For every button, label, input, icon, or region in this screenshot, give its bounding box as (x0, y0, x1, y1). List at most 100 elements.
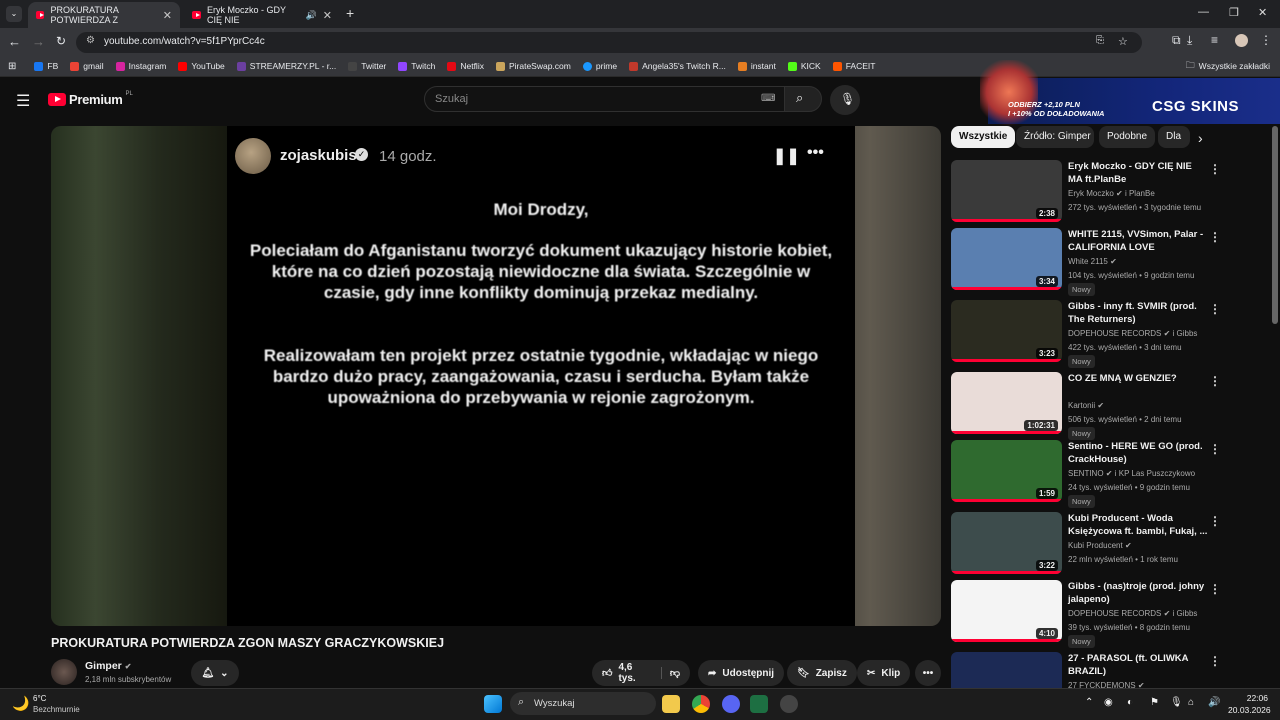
bookmark-kick[interactable]: KICK (787, 61, 821, 71)
browser-menu-icon[interactable]: ⋮ (1260, 33, 1272, 47)
hamburger-menu-icon[interactable]: ☰ (16, 91, 30, 111)
more-options-icon[interactable]: ⋮ (1209, 302, 1221, 316)
recommendation-item[interactable]: 4:10 Gibbs - (nas)troje (prod. johny jala… (951, 580, 1271, 648)
video-thumbnail[interactable]: 3:34 (951, 228, 1062, 290)
file-explorer-icon[interactable] (662, 695, 680, 713)
clip-button[interactable]: ✂ Klip (857, 660, 911, 686)
app-icon[interactable] (780, 695, 798, 713)
network-icon[interactable]: ⌂ (1188, 697, 1194, 708)
bookmark-netflix[interactable]: Netflix (447, 61, 484, 71)
profile-avatar[interactable] (1235, 34, 1248, 47)
chrome-icon[interactable] (692, 695, 710, 713)
site-info-icon[interactable]: ⚙ (86, 35, 95, 46)
recommendation-channel[interactable]: DOPEHOUSE RECORDS ✔ i Gibbs (1068, 609, 1197, 618)
install-app-icon[interactable]: ⎘ (1096, 35, 1104, 46)
chevron-right-icon[interactable]: › (1198, 130, 1203, 146)
weather-temp[interactable]: 6°C (33, 694, 46, 703)
bookmark-angela[interactable]: Angela35's Twitch R... (629, 61, 726, 71)
chip-source[interactable]: Źródło: Gimper (1016, 126, 1094, 148)
scrollbar-thumb[interactable] (1272, 126, 1278, 324)
recommendation-title[interactable]: WHITE 2115, VVSimon, Palar - CALIFORNIA … (1068, 228, 1208, 254)
recommendation-title[interactable]: CO ZE MNĄ W GENZIE? (1068, 372, 1208, 385)
chip-for-you[interactable]: Dla (1158, 126, 1190, 148)
close-window-icon[interactable]: ✕ (1258, 6, 1267, 19)
bookmark-instagram[interactable]: Instagram (115, 61, 166, 71)
recommendation-channel[interactable]: DOPEHOUSE RECORDS ✔ i Gibbs (1068, 329, 1197, 338)
bookmark-gmail[interactable]: gmail (70, 61, 104, 71)
recommendation-item[interactable]: 2:38 Eryk Moczko - GDY CIĘ NIE MA ft.Plan… (951, 160, 1271, 226)
video-thumbnail[interactable]: 1:02:31 (951, 372, 1062, 434)
bookmark-pirateswap[interactable]: PirateSwap.com (495, 61, 571, 71)
more-options-icon[interactable]: ⋮ (1209, 442, 1221, 456)
thumbs-down-icon[interactable]: 👎︎ (660, 667, 680, 679)
all-bookmarks[interactable]: 🗀 Wszystkie zakładki (1186, 58, 1270, 74)
more-options-icon[interactable]: ⋮ (1209, 374, 1221, 388)
bookmark-instant[interactable]: instant (737, 61, 776, 71)
video-thumbnail[interactable]: 1:59 (951, 440, 1062, 502)
channel-avatar[interactable] (51, 659, 77, 685)
weather-moon-icon[interactable]: 🌙 (12, 695, 29, 712)
bookmark-prime[interactable]: prime (582, 61, 617, 71)
bookmark-twitch[interactable]: Twitch (398, 61, 435, 71)
chip-all[interactable]: Wszystkie (951, 126, 1016, 148)
discord-icon[interactable] (722, 695, 740, 713)
more-options-icon[interactable]: ⋮ (1209, 582, 1221, 596)
close-tab-icon[interactable]: ✕ (163, 9, 172, 22)
bookmark-youtube[interactable]: YouTube (178, 61, 225, 71)
notification-button[interactable]: 🔔︎ ⌄ (191, 660, 239, 686)
tray-app-icon[interactable]: ◉ (1104, 697, 1113, 708)
bookmark-streamerzy[interactable]: STREAMERZY.PL - r... (236, 61, 336, 71)
apps-icon[interactable]: ⊞ (8, 61, 16, 72)
recommendation-title[interactable]: Gibbs - inny ft. SVMIR (prod. The Return… (1068, 300, 1208, 326)
restore-icon[interactable]: ❐ (1229, 6, 1239, 19)
recommendation-channel[interactable]: Eryk Moczko ✔ i PlanBe (1068, 189, 1155, 198)
video-thumbnail[interactable]: 3:22 (951, 512, 1062, 574)
back-icon[interactable]: ← (8, 34, 21, 49)
download-icon[interactable]: ⤓ (1187, 33, 1192, 48)
more-options-icon[interactable]: ⋮ (1209, 162, 1221, 176)
keyboard-icon[interactable]: ⌨ (761, 93, 775, 104)
recommendation-item[interactable]: 3:23 Gibbs - inny ft. SVMIR (prod. The Re… (951, 300, 1271, 368)
chevron-up-icon[interactable]: ⌃ (1085, 697, 1093, 708)
tab-music[interactable]: Eryk Moczko - GDY CIĘ NIE 🔊 ✕ (184, 2, 340, 28)
save-button[interactable]: 🔖︎ Zapisz (787, 660, 857, 686)
tab-active[interactable]: PROKURATURA POTWIERDZA Z ✕ (28, 2, 180, 28)
extensions-icon[interactable]: ⧉ (1172, 33, 1181, 48)
recommendation-channel[interactable]: Kartonii ✔ (1068, 401, 1104, 410)
video-thumbnail[interactable]: 2:38 (951, 160, 1062, 222)
bookmark-star-icon[interactable]: ☆ (1118, 35, 1128, 48)
recommendation-item[interactable]: 3:34 WHITE 2115, VVSimon, Palar - CALIFOR… (951, 228, 1271, 296)
voice-search-button[interactable]: 🎙 (830, 85, 860, 115)
media-control-icon[interactable]: ≡ (1211, 33, 1218, 47)
recommendation-item[interactable]: 1:02:31 CO ZE MNĄ W GENZIE? Kartonii ✔ 506 … (951, 372, 1271, 440)
tray-discord-icon[interactable]: ◐ (1127, 697, 1133, 708)
recommendation-title[interactable]: Sentino - HERE WE GO (prod. CrackHouse) (1068, 440, 1208, 466)
taskbar-search[interactable]: ⌕ Wyszukaj (510, 692, 656, 715)
recommendation-title[interactable]: Kubi Producent - Woda Księżycowa ft. bam… (1068, 512, 1208, 538)
minimize-icon[interactable]: — (1198, 6, 1209, 18)
recommendation-item[interactable]: 1:59 Sentino - HERE WE GO (prod. CrackHou… (951, 440, 1271, 508)
more-options-icon[interactable]: ⋮ (1209, 514, 1221, 528)
more-options-icon[interactable]: ⋮ (1209, 654, 1221, 668)
channel-name[interactable]: Gimper ✔ (85, 660, 131, 672)
reload-icon[interactable]: ↻ (56, 34, 66, 48)
recommendation-channel[interactable]: Kubi Producent ✔ (1068, 541, 1132, 550)
tab-search-button[interactable]: ⌄ (6, 6, 22, 22)
video-thumbnail[interactable]: 3:23 (951, 300, 1062, 362)
close-tab-icon[interactable]: ✕ (323, 9, 332, 22)
recommendation-title[interactable]: 27 - PARASOL (ft. OLIWKA BRAZIL) (1068, 652, 1208, 678)
more-actions-button[interactable]: ••• (915, 660, 941, 686)
share-button[interactable]: ➦ Udostępnij (698, 660, 785, 686)
tray-app-icon-2[interactable]: ⚑ (1150, 697, 1159, 708)
like-button[interactable]: 👍︎ 4,6 tys. 👎︎ (592, 660, 690, 686)
address-bar[interactable]: ⚙ youtube.com/watch?v=5f1PYprCc4c ⎘ ☆ (76, 32, 1142, 53)
recommendation-channel[interactable]: SENTINO ✔ i KP Las Puszczykowo (1068, 469, 1195, 478)
search-button[interactable]: ⌕ (784, 86, 822, 112)
recommendation-title[interactable]: Gibbs - (nas)troje (prod. johny jalapeno… (1068, 580, 1208, 606)
recommendation-item[interactable]: 3:22 Kubi Producent - Woda Księżycowa ft.… (951, 512, 1271, 578)
bookmark-fb[interactable]: FB (34, 61, 58, 71)
forward-icon[interactable]: → (32, 34, 45, 49)
clock[interactable]: 22:06 20.03.2026 (1228, 693, 1271, 715)
speaker-icon[interactable]: 🔊 (306, 10, 317, 21)
bookmark-twitter[interactable]: Twitter (348, 61, 386, 71)
